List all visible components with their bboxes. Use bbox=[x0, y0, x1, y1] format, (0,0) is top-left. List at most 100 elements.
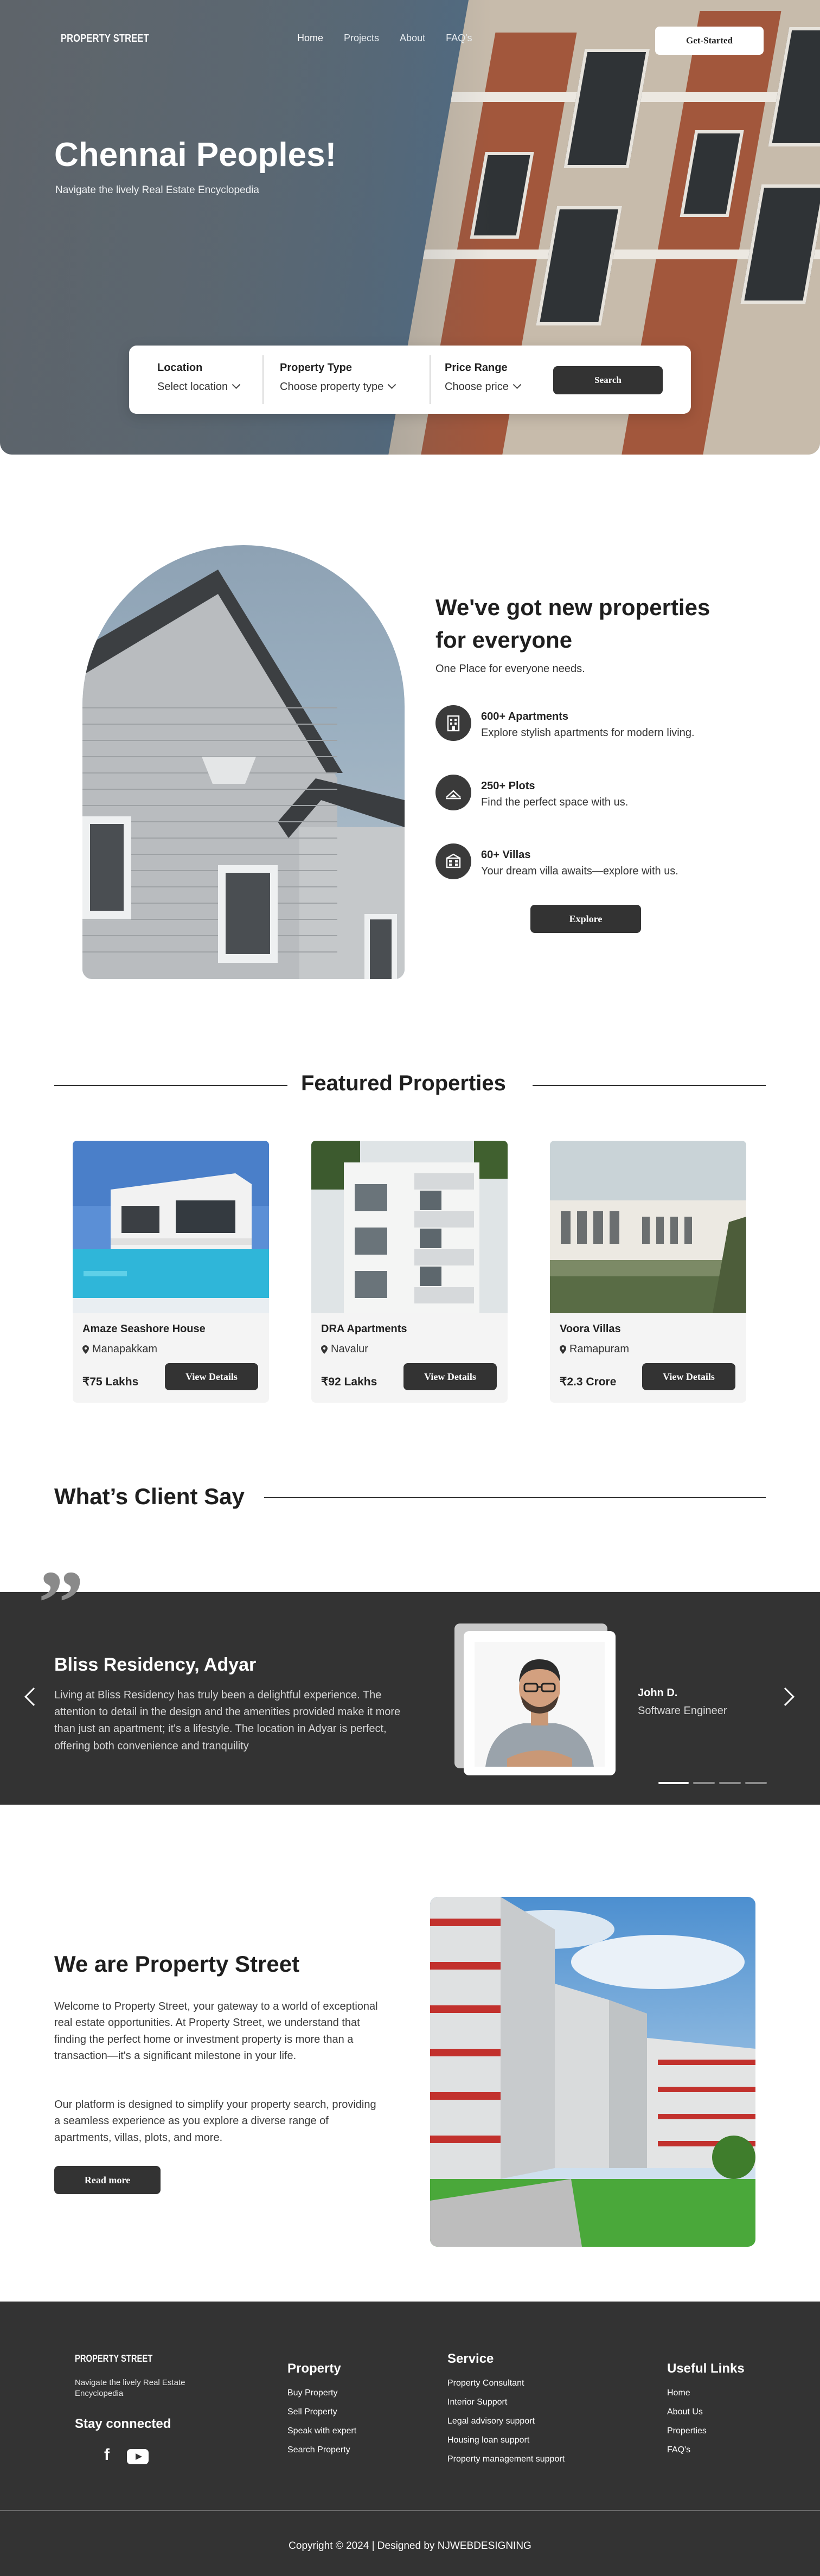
slider-dot[interactable] bbox=[658, 1782, 689, 1784]
nav-projects[interactable]: Projects bbox=[344, 33, 379, 44]
hero-subtitle: Navigate the lively Real Estate Encyclop… bbox=[55, 184, 259, 196]
property-image bbox=[550, 1141, 746, 1313]
footer-link[interactable]: Speak with expert bbox=[287, 2426, 356, 2436]
feature-title: 250+ Plots bbox=[481, 780, 535, 792]
view-details-button[interactable]: View Details bbox=[403, 1363, 497, 1390]
nav-faqs[interactable]: FAQ's bbox=[446, 33, 472, 44]
footer-service-list: Property Consultant Interior Support Leg… bbox=[447, 2379, 565, 2464]
youtube-icon[interactable] bbox=[127, 2449, 149, 2464]
footer-link[interactable]: Legal advisory support bbox=[447, 2417, 565, 2426]
footer-link[interactable]: Sell Property bbox=[287, 2407, 356, 2417]
map-pin-icon bbox=[321, 1345, 328, 1354]
facebook-icon[interactable]: f bbox=[104, 2446, 110, 2464]
slider-dots bbox=[658, 1782, 767, 1784]
feature-description: Explore stylish apartments for modern li… bbox=[481, 727, 695, 739]
view-details-button[interactable]: View Details bbox=[642, 1363, 735, 1390]
footer-link[interactable]: Properties bbox=[667, 2426, 707, 2436]
property-type-value: Choose property type bbox=[280, 381, 384, 393]
property-image bbox=[311, 1141, 508, 1313]
site-logo[interactable]: PROPERTY STREET bbox=[61, 33, 149, 45]
section-divider bbox=[54, 1085, 287, 1086]
property-name: Voora Villas bbox=[560, 1323, 621, 1335]
client-name: John D. bbox=[638, 1687, 678, 1699]
about-building-image bbox=[430, 1897, 755, 2247]
property-price: ₹92 Lakhs bbox=[321, 1376, 377, 1388]
house-arch-image bbox=[82, 545, 405, 979]
property-type-select[interactable]: Property Type Choose property type bbox=[280, 362, 396, 393]
get-started-button[interactable]: Get-Started bbox=[655, 27, 764, 55]
feature-description: Find the perfect space with us. bbox=[481, 796, 629, 808]
location-select[interactable]: Location Select location bbox=[157, 362, 241, 393]
footer-service-heading: Service bbox=[447, 2351, 494, 2366]
feature-title: 600+ Apartments bbox=[481, 711, 568, 723]
testimonial-text: Living at Bliss Residency has truly been… bbox=[54, 1689, 401, 1752]
explore-button[interactable]: Explore bbox=[530, 905, 641, 933]
price-range-value: Choose price bbox=[445, 381, 509, 393]
property-location: Navalur bbox=[321, 1343, 368, 1356]
search-button[interactable]: Search bbox=[553, 366, 663, 394]
chevron-down-icon bbox=[512, 380, 522, 389]
footer-divider bbox=[0, 2510, 820, 2511]
footer-link[interactable]: Housing loan support bbox=[447, 2436, 565, 2445]
feature-title: 60+ Villas bbox=[481, 849, 531, 861]
client-avatar bbox=[464, 1631, 616, 1775]
location-value: Select location bbox=[157, 381, 228, 393]
footer-link[interactable]: Property Consultant bbox=[447, 2379, 565, 2388]
footer-link[interactable]: Property management support bbox=[447, 2454, 565, 2464]
plot-icon bbox=[435, 775, 471, 810]
map-pin-icon bbox=[82, 1345, 89, 1354]
nav-about[interactable]: About bbox=[400, 33, 425, 44]
property-card[interactable]: DRA Apartments Navalur ₹92 Lakhs View De… bbox=[311, 1141, 508, 1403]
property-location: Manapakkam bbox=[82, 1343, 157, 1356]
price-range-select[interactable]: Price Range Choose price bbox=[445, 362, 522, 393]
section-divider bbox=[264, 1497, 766, 1498]
about-paragraph: Welcome to Property Street, your gateway… bbox=[54, 2000, 378, 2062]
footer-logo[interactable]: PROPERTY STREET bbox=[75, 2353, 152, 2364]
location-label: Location bbox=[157, 362, 203, 374]
footer-property-heading: Property bbox=[287, 2361, 341, 2376]
property-card[interactable]: Amaze Seashore House Manapakkam ₹75 Lakh… bbox=[73, 1141, 269, 1403]
chevron-down-icon bbox=[232, 380, 241, 389]
footer-link[interactable]: Interior Support bbox=[447, 2398, 565, 2407]
property-location-text: Navalur bbox=[331, 1343, 368, 1355]
map-pin-icon bbox=[560, 1345, 566, 1354]
slider-dot[interactable] bbox=[745, 1782, 767, 1784]
main-nav: Home Projects About FAQ's bbox=[297, 33, 472, 44]
footer-link[interactable]: Search Property bbox=[287, 2445, 356, 2455]
stay-connected-heading: Stay connected bbox=[75, 2417, 171, 2431]
about-paragraph: Our platform is designed to simplify you… bbox=[54, 2099, 376, 2144]
chevron-down-icon bbox=[387, 380, 396, 389]
hero-section: PROPERTY STREET Home Projects About FAQ'… bbox=[0, 0, 820, 455]
nav-home[interactable]: Home bbox=[297, 33, 323, 44]
property-card[interactable]: Voora Villas Ramapuram ₹2.3 Crore View D… bbox=[550, 1141, 746, 1403]
footer-useful-links-heading: Useful Links bbox=[667, 2361, 745, 2376]
slider-dot[interactable] bbox=[693, 1782, 715, 1784]
copyright-text: Copyright © 2024 | Designed by NJWEBDESI… bbox=[289, 2540, 531, 2552]
property-price: ₹2.3 Crore bbox=[560, 1376, 617, 1388]
new-properties-subtitle: One Place for everyone needs. bbox=[435, 663, 585, 675]
quote-icon: ” bbox=[38, 1552, 84, 1654]
property-type-label: Property Type bbox=[280, 362, 352, 374]
property-location-text: Manapakkam bbox=[92, 1343, 158, 1355]
testimonial-heading: Bliss Residency, Adyar bbox=[54, 1654, 257, 1675]
client-role: Software Engineer bbox=[638, 1705, 727, 1717]
read-more-button[interactable]: Read more bbox=[54, 2166, 161, 2194]
price-range-label: Price Range bbox=[445, 362, 508, 374]
footer-useful-links-list: Home About Us Properties FAQ's bbox=[667, 2388, 707, 2455]
featured-title: Featured Properties bbox=[301, 1071, 506, 1095]
slider-dot[interactable] bbox=[719, 1782, 741, 1784]
property-image bbox=[73, 1141, 269, 1313]
view-details-button[interactable]: View Details bbox=[165, 1363, 258, 1390]
footer-link[interactable]: FAQ's bbox=[667, 2445, 707, 2455]
testimonials-title: What’s Client Say bbox=[54, 1484, 245, 1509]
footer-link[interactable]: About Us bbox=[667, 2407, 707, 2417]
page: PROPERTY STREET Home Projects About FAQ'… bbox=[0, 0, 820, 2576]
about-title: We are Property Street bbox=[54, 1951, 300, 1977]
footer: PROPERTY STREET Navigate the lively Real… bbox=[0, 2302, 820, 2576]
section-divider bbox=[533, 1085, 766, 1086]
footer-link[interactable]: Buy Property bbox=[287, 2388, 356, 2398]
divider bbox=[262, 355, 264, 404]
footer-link[interactable]: Home bbox=[667, 2388, 707, 2398]
property-name: DRA Apartments bbox=[321, 1323, 407, 1335]
hero-title: Chennai Peoples! bbox=[54, 136, 337, 174]
